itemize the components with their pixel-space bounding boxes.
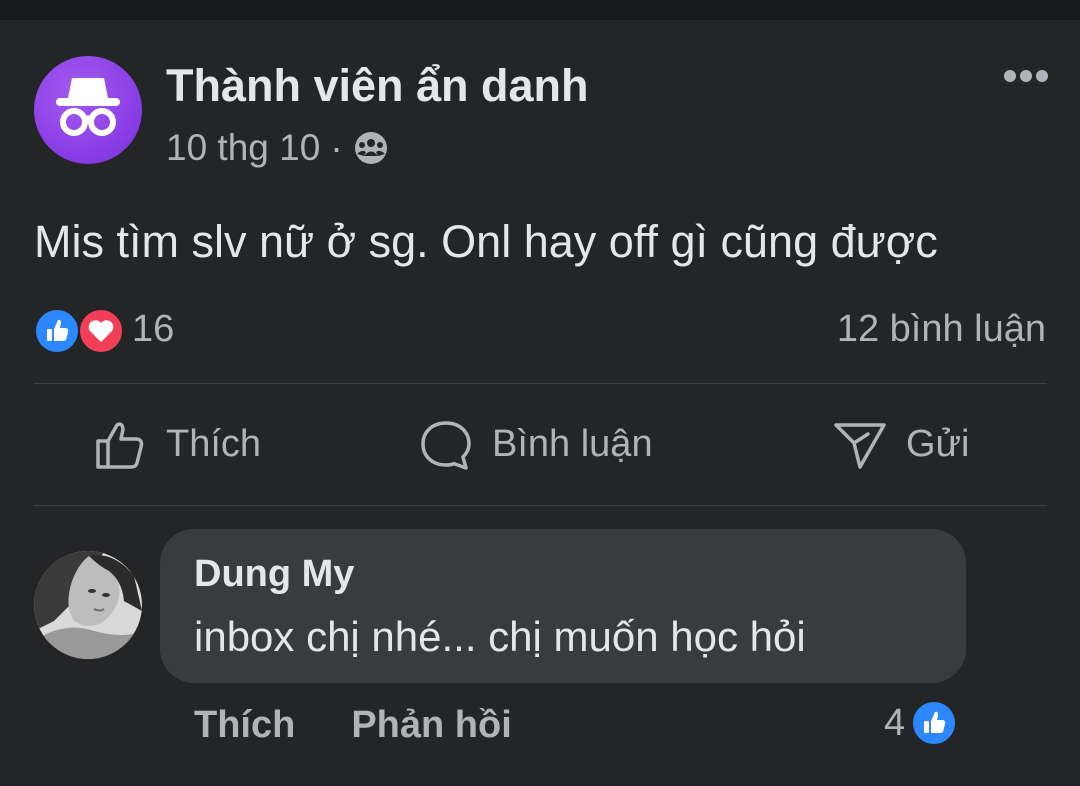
comment-action-row: Thích Phản hồi — [194, 700, 512, 750]
divider-bottom — [34, 505, 1047, 506]
like-reaction-icon — [911, 700, 958, 746]
post-reactions-summary[interactable]: 16 — [34, 306, 175, 354]
like-reaction-icon — [34, 308, 80, 354]
comment-button[interactable]: Bình luận — [418, 384, 653, 505]
like-button[interactable]: Thích — [92, 384, 261, 505]
top-status-strip — [0, 0, 1080, 20]
anonymous-incognito-icon — [56, 78, 120, 136]
post-action-bar: Thích Bình luận Gửi — [34, 384, 1047, 505]
comment-bubble-icon — [421, 420, 471, 470]
comment-author-name[interactable]: Dung My — [194, 551, 354, 597]
love-reaction-icon — [78, 308, 124, 354]
send-icon — [834, 422, 886, 469]
comment-text: inbox chị nhé... chị muốn học hỏi — [194, 613, 806, 660]
more-options-button[interactable] — [998, 58, 1054, 94]
anonymous-avatar[interactable] — [34, 56, 142, 164]
meta-separator: · — [330, 127, 343, 168]
reaction-count: 16 — [132, 308, 175, 350]
comment-count[interactable]: 12 bình luận — [837, 306, 1046, 352]
commenter-photo — [34, 551, 142, 659]
comment-button-label: Bình luận — [492, 423, 653, 465]
post-timestamp[interactable]: 10 thg 10 — [166, 127, 320, 169]
comment-bubble[interactable]: Dung My inbox chị nhé... chị muốn học hỏ… — [160, 529, 966, 683]
thumbs-up-icon — [96, 421, 144, 469]
post-meta: 10 thg 10 · — [166, 124, 389, 172]
more-dots-icon — [1004, 70, 1048, 82]
comment-like-button[interactable]: Thích — [194, 704, 295, 747]
comment-reactions[interactable]: 4 — [884, 698, 958, 748]
group-icon — [354, 132, 387, 164]
post-author-name[interactable]: Thành viên ẩn danh — [166, 58, 589, 114]
send-button[interactable]: Gửi — [832, 384, 969, 505]
send-button-label: Gửi — [906, 423, 970, 465]
comment-reaction-count: 4 — [884, 701, 906, 744]
post-body-text: Mis tìm slv nữ ở sg. Onl hay off gì cũng… — [34, 216, 938, 267]
comment-reply-button[interactable]: Phản hồi — [351, 704, 511, 747]
like-button-label: Thích — [166, 423, 262, 465]
commenter-avatar[interactable] — [34, 551, 142, 659]
